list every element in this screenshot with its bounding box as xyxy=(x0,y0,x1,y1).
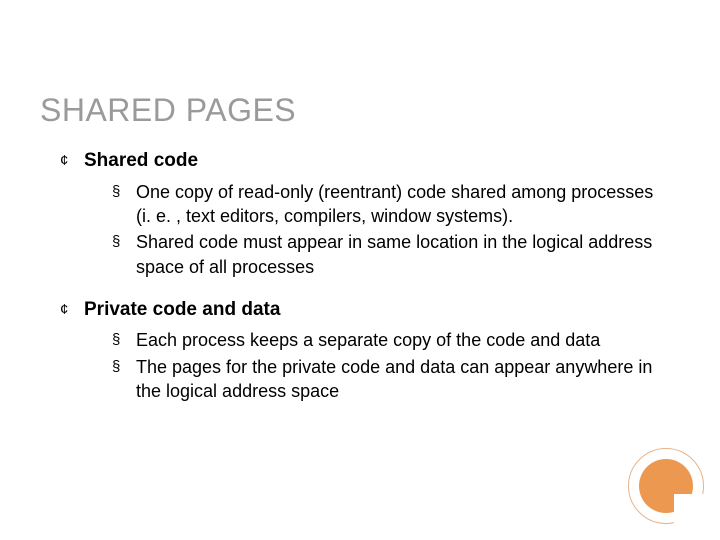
list-item-text: The pages for the private code and data … xyxy=(136,355,660,404)
list-item-text: Each process keeps a separate copy of th… xyxy=(136,328,660,352)
slide-title: SHARED PAGES xyxy=(40,92,296,129)
list-item: § Shared code must appear in same locati… xyxy=(112,230,660,279)
bullet-l2-icon: § xyxy=(112,328,136,350)
slide: SHARED PAGES ¢ Shared code § One copy of… xyxy=(0,0,720,540)
list-item: § The pages for the private code and dat… xyxy=(112,355,660,404)
section-heading: Private code and data xyxy=(84,297,280,323)
section-heading: Shared code xyxy=(84,148,198,174)
bullet-l1-icon: ¢ xyxy=(60,297,84,320)
section-body: § Each process keeps a separate copy of … xyxy=(112,328,660,403)
slide-content: ¢ Shared code § One copy of read-only (r… xyxy=(60,148,660,421)
list-item-text: One copy of read-only (reentrant) code s… xyxy=(136,180,660,229)
section-heading-row: ¢ Shared code xyxy=(60,148,660,174)
section-body: § One copy of read-only (reentrant) code… xyxy=(112,180,660,279)
bullet-l2-icon: § xyxy=(112,180,136,202)
bullet-l2-icon: § xyxy=(112,230,136,252)
list-item: § Each process keeps a separate copy of … xyxy=(112,328,660,352)
bullet-l2-icon: § xyxy=(112,355,136,377)
list-item-text: Shared code must appear in same location… xyxy=(136,230,660,279)
decorative-corner-mask xyxy=(674,494,720,540)
list-item: § One copy of read-only (reentrant) code… xyxy=(112,180,660,229)
section-heading-row: ¢ Private code and data xyxy=(60,297,660,323)
bullet-l1-icon: ¢ xyxy=(60,148,84,171)
